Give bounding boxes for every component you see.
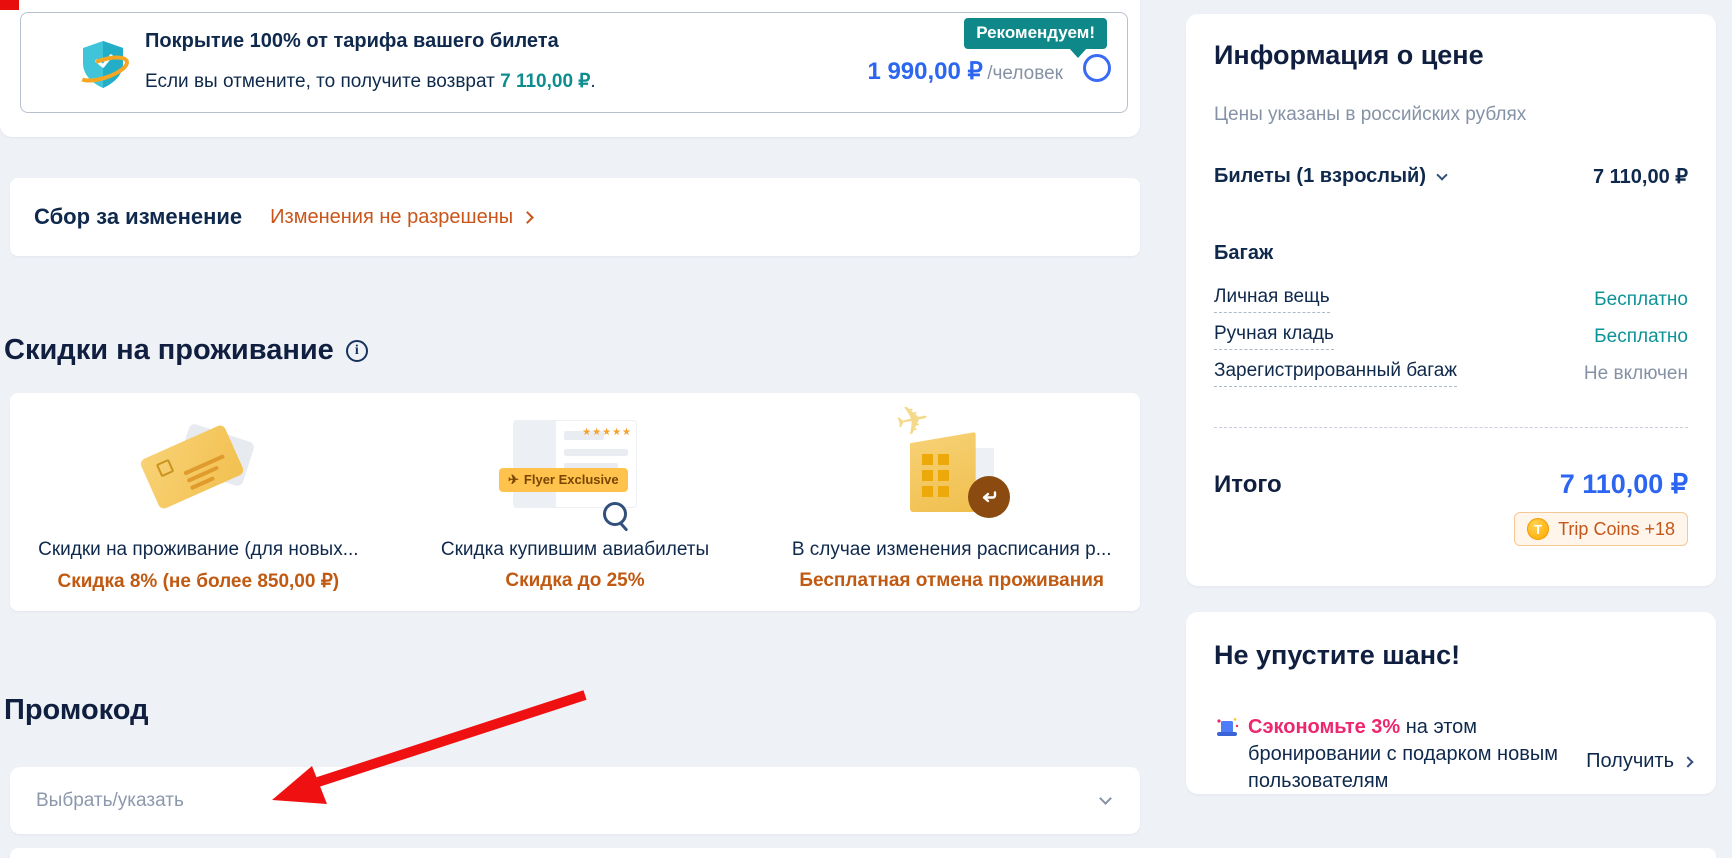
price-info-title: Информация о цене (1214, 40, 1484, 71)
coupon-icon (138, 409, 258, 527)
insurance-offer[interactable]: Покрытие 100% от тарифа вашего билета Ес… (20, 12, 1128, 113)
stars-icon: ★★★★★ (582, 427, 632, 438)
price-info-card: Информация о цене Цены указаны в российс… (1186, 14, 1716, 586)
red-annotation-corner (0, 0, 19, 10)
insurance-radio-button[interactable] (1083, 54, 1111, 82)
discount-item-flyer[interactable]: ★★★★★ ✈ Flyer Exclusive Скидка купившим а… (387, 409, 764, 611)
insurance-title: Покрытие 100% от тарифа вашего билета (145, 30, 559, 53)
chance-text: Сэкономьте 3% на этом бронировании с под… (1248, 714, 1578, 795)
baggage-title: Багаж (1214, 242, 1273, 265)
baggage-row-personal-item: Личная вещь Бесплатно (1214, 286, 1688, 313)
promocode-input[interactable] (36, 790, 1101, 812)
tickets-row: Билеты (1 взрослый) 7 110,00 ₽ (1214, 164, 1688, 189)
discount-item-free-cancel[interactable]: ✈ В случае изменения расписания р... Бес… (763, 409, 1140, 611)
coin-icon: T (1527, 518, 1549, 540)
hotel-icon: ✈ (892, 409, 1012, 527)
discount-item-subtitle: Бесплатная отмена проживания (799, 570, 1104, 592)
insurance-shield-icon (77, 39, 129, 93)
discount-item-subtitle: Скидка 8% (не более 850,00 ₽) (58, 570, 340, 593)
baggage-label[interactable]: Зарегистрированный багаж (1214, 360, 1457, 387)
currency-note: Цены указаны в российских рублях (1214, 104, 1526, 126)
insurance-refund-amount: 7 110,00 ₽ (500, 71, 590, 92)
promocode-selector[interactable] (10, 767, 1140, 834)
recommended-badge-tail (1069, 48, 1087, 58)
insurance-subtitle: Если вы отмените, то получите возврат 7 … (145, 70, 596, 93)
change-fee-link[interactable]: Изменения не разрешены (270, 206, 532, 229)
insurance-price: 1 990,00 ₽ /человек (867, 57, 1063, 86)
discount-item-subtitle: Скидка до 25% (505, 570, 644, 592)
next-card-edge (10, 848, 1716, 858)
info-icon[interactable]: i (346, 340, 368, 362)
promocode-title: Промокод (4, 694, 149, 727)
plane-icon: ✈ (891, 395, 933, 447)
booking-page: { "insurance": { "badge": "Рекомендуем!"… (0, 0, 1732, 855)
change-fee-label: Сбор за изменение (34, 204, 242, 230)
insurance-price-unit: /человек (987, 63, 1063, 84)
return-arrow-icon (968, 476, 1010, 518)
insurance-price-amount: 1 990,00 ₽ (867, 58, 982, 85)
change-fee-card: Сбор за изменение Изменения не разрешены (10, 178, 1140, 256)
trip-coins-label: Trip Coins +18 (1558, 519, 1675, 540)
baggage-value: Бесплатно (1594, 326, 1688, 348)
total-label: Итого (1214, 471, 1282, 499)
baggage-row-carry-on: Ручная кладь Бесплатно (1214, 323, 1688, 350)
tickets-label: Билеты (1 взрослый) (1214, 165, 1426, 188)
tickets-price: 7 110,00 ₽ (1593, 164, 1688, 189)
discount-item-new-users[interactable]: Скидки на проживание (для новых... Скидк… (10, 409, 387, 611)
trip-coins-badge[interactable]: T Trip Coins +18 (1514, 512, 1688, 546)
dashed-divider (1214, 427, 1688, 428)
plane-icon: ✈ (508, 472, 519, 487)
get-offer-label: Получить (1586, 750, 1674, 773)
flyer-exclusive-icon: ★★★★★ ✈ Flyer Exclusive (495, 409, 655, 527)
flyer-exclusive-badge: ✈ Flyer Exclusive (499, 468, 628, 492)
flyer-exclusive-badge-label: Flyer Exclusive (524, 472, 619, 487)
chance-offer: Сэкономьте 3% на этом бронировании с под… (1214, 714, 1578, 795)
tickets-dropdown[interactable]: Билеты (1 взрослый) (1214, 165, 1446, 188)
total-price: 7 110,00 ₽ (1560, 469, 1688, 500)
chevron-down-icon (1099, 792, 1112, 805)
baggage-row-checked: Зарегистрированный багаж Не включен (1214, 360, 1688, 387)
chevron-right-icon (1682, 756, 1693, 767)
chevron-down-icon (1436, 169, 1447, 180)
magnifier-icon (603, 502, 627, 526)
get-offer-button[interactable]: Получить (1586, 750, 1692, 773)
discount-item-title: Скидка купившим авиабилеты (441, 539, 709, 561)
chance-highlight: Сэкономьте 3% (1248, 716, 1400, 738)
discounts-card: Скидки на проживание (для новых... Скидк… (10, 393, 1140, 611)
insurance-subtitle-text: Если вы отмените, то получите возврат (145, 71, 500, 92)
chance-title: Не упустите шанс! (1214, 640, 1460, 671)
discount-item-title: Скидки на проживание (для новых... (38, 539, 358, 561)
baggage-label[interactable]: Ручная кладь (1214, 323, 1334, 350)
insurance-section-card: Покрытие 100% от тарифа вашего билета Ес… (0, 0, 1140, 137)
insurance-subtitle-period: . (590, 71, 595, 92)
discounts-title: Скидки на проживание (4, 334, 334, 367)
baggage-label[interactable]: Личная вещь (1214, 286, 1330, 313)
discounts-header: Скидки на проживание i (4, 334, 368, 367)
chevron-right-icon (521, 211, 534, 224)
change-fee-value: Изменения не разрешены (270, 206, 513, 229)
chance-card: Не упустите шанс! Сэкономьте 3% на этом … (1186, 612, 1716, 794)
baggage-value: Бесплатно (1594, 289, 1688, 311)
baggage-value: Не включен (1584, 363, 1688, 385)
discount-item-title: В случае изменения расписания р... (792, 539, 1112, 561)
total-row: Итого 7 110,00 ₽ (1214, 469, 1688, 500)
magic-hat-icon (1214, 716, 1240, 742)
recommended-badge: Рекомендуем! (964, 18, 1107, 49)
